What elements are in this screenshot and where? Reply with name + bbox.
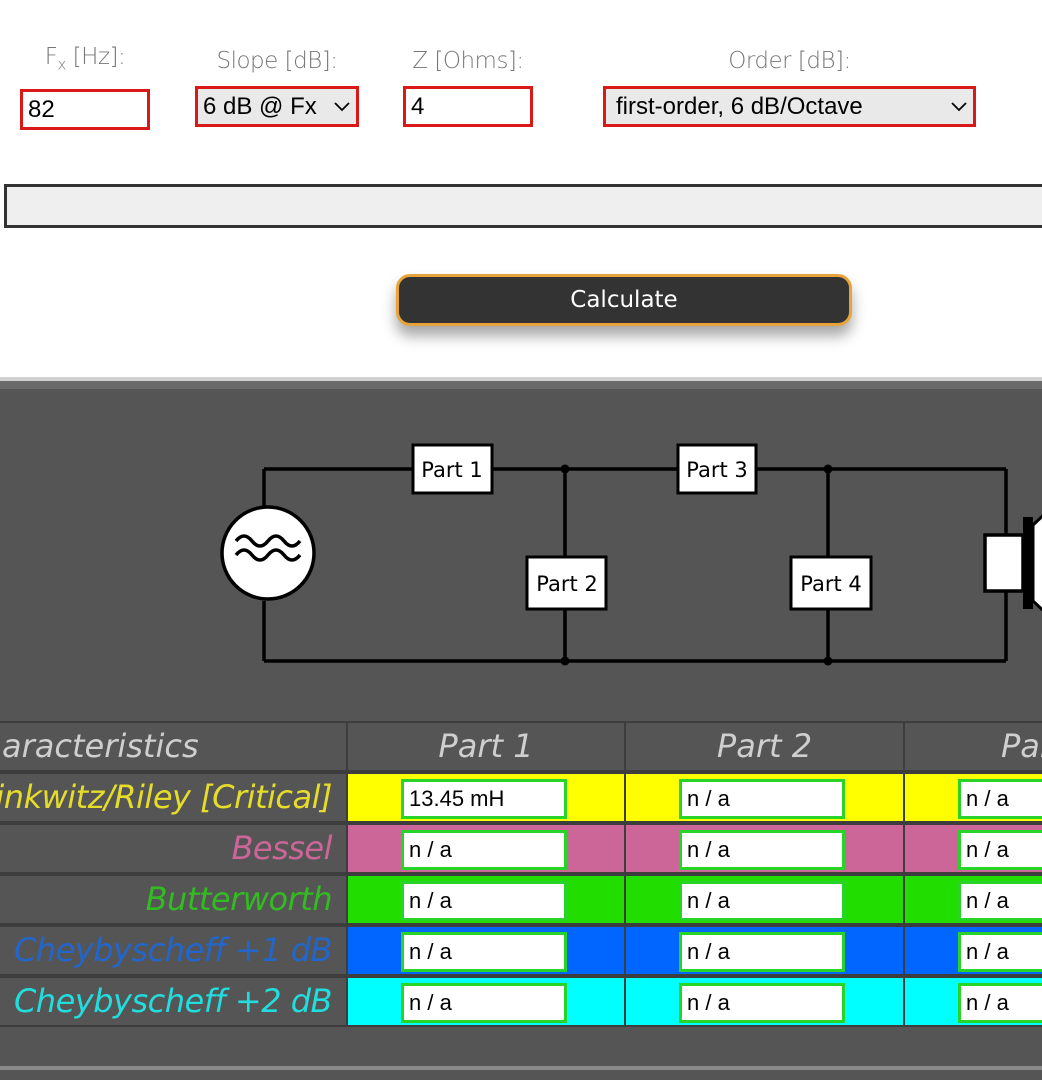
result-value-field[interactable]: n / a bbox=[401, 983, 567, 1023]
column-header-part-1: Part 1 bbox=[438, 727, 534, 765]
results-panel-top-border bbox=[0, 381, 1042, 389]
table-row: Linkwitz/Riley [Critical] 13.45 mH n / a n … bbox=[0, 772, 1042, 823]
row-label: Linkwitz/Riley [Critical] bbox=[0, 778, 332, 816]
table-cell: 13.45 mH bbox=[346, 772, 626, 823]
table-cell: n / a bbox=[903, 823, 1042, 874]
result-value-field[interactable]: n / a bbox=[958, 830, 1042, 870]
order-select-value: first-order, 6 dB/Octave bbox=[616, 92, 863, 120]
table-row: Cheybyscheff +1 dB n / a n / a n / a bbox=[0, 925, 1042, 976]
part-3-label: Part 3 bbox=[686, 458, 748, 482]
result-value-field[interactable]: n / a bbox=[679, 983, 845, 1023]
part-4-label: Part 4 bbox=[800, 572, 862, 596]
result-value-field[interactable]: n / a bbox=[679, 932, 845, 972]
chevron-down-icon bbox=[951, 101, 967, 111]
table-cell: n / a bbox=[624, 772, 905, 823]
fx-input-value: 82 bbox=[28, 95, 55, 123]
result-value-field[interactable]: n / a bbox=[958, 932, 1042, 972]
progress-bar bbox=[4, 184, 1042, 228]
table-cell: n / a bbox=[624, 823, 905, 874]
table-cell: n / a bbox=[624, 874, 905, 925]
table-cell: n / a bbox=[346, 823, 626, 874]
slope-select-value: 6 dB @ Fx bbox=[203, 92, 317, 120]
panel-bottom-border bbox=[0, 1066, 1042, 1070]
table-cell: n / a bbox=[346, 976, 626, 1027]
table-cell: n / a bbox=[624, 976, 905, 1027]
result-value-field[interactable]: n / a bbox=[679, 881, 845, 921]
order-label: Order [dB]: bbox=[728, 48, 851, 74]
result-value-field[interactable]: n / a bbox=[679, 779, 845, 819]
part-2-label: Part 2 bbox=[536, 572, 598, 596]
result-value-field[interactable]: n / a bbox=[401, 932, 567, 972]
results-table: aracteristics Part 1 Part 2 Par Linkwitz… bbox=[0, 721, 1042, 1027]
result-value-field[interactable]: n / a bbox=[958, 881, 1042, 921]
row-label: Bessel bbox=[231, 829, 332, 867]
result-value-field[interactable]: n / a bbox=[958, 983, 1042, 1023]
table-cell: n / a bbox=[903, 925, 1042, 976]
result-value-field[interactable]: 13.45 mH bbox=[401, 779, 567, 819]
part-1-label: Part 1 bbox=[421, 458, 483, 482]
z-label: Z [Ohms]: bbox=[412, 48, 524, 74]
column-header-characteristics: aracteristics bbox=[2, 727, 199, 765]
ac-source-icon bbox=[220, 505, 316, 601]
table-header-row: aracteristics Part 1 Part 2 Par bbox=[0, 721, 1042, 772]
order-select[interactable]: first-order, 6 dB/Octave bbox=[603, 86, 976, 127]
table-row: Cheybyscheff +2 dB n / a n / a n / a bbox=[0, 976, 1042, 1027]
table-cell: n / a bbox=[903, 772, 1042, 823]
circuit-diagram: Part 1 Part 3 Part 2 Part 4 bbox=[220, 443, 1042, 666]
slope-select[interactable]: 6 dB @ Fx bbox=[195, 86, 359, 127]
column-header-part-2: Part 2 bbox=[716, 727, 813, 765]
slope-label: Slope [dB]: bbox=[216, 48, 338, 74]
speaker-icon bbox=[983, 514, 1042, 612]
fx-input[interactable]: 82 bbox=[20, 89, 150, 130]
result-value-field[interactable]: n / a bbox=[958, 779, 1042, 819]
fx-label: Fx [Hz]: bbox=[44, 44, 126, 74]
table-cell: n / a bbox=[346, 925, 626, 976]
table-cell: n / a bbox=[903, 976, 1042, 1027]
row-label: Cheybyscheff +2 dB bbox=[13, 982, 333, 1020]
table-cell: n / a bbox=[624, 925, 905, 976]
table-row: Butterworth n / a n / a n / a bbox=[0, 874, 1042, 925]
row-label: Cheybyscheff +1 dB bbox=[13, 931, 333, 969]
table-cell: n / a bbox=[346, 874, 626, 925]
table-row: Bessel n / a n / a n / a bbox=[0, 823, 1042, 874]
result-value-field[interactable]: n / a bbox=[679, 830, 845, 870]
chevron-down-icon bbox=[334, 101, 350, 111]
table-cell: n / a bbox=[903, 874, 1042, 925]
calculate-button[interactable]: Calculate bbox=[396, 274, 852, 326]
result-value-field[interactable]: n / a bbox=[401, 830, 567, 870]
z-input[interactable]: 4 bbox=[403, 86, 533, 127]
result-value-field[interactable]: n / a bbox=[401, 881, 567, 921]
column-header-part-3: Par bbox=[1001, 727, 1042, 765]
z-input-value: 4 bbox=[411, 92, 425, 120]
row-label: Butterworth bbox=[145, 880, 333, 918]
